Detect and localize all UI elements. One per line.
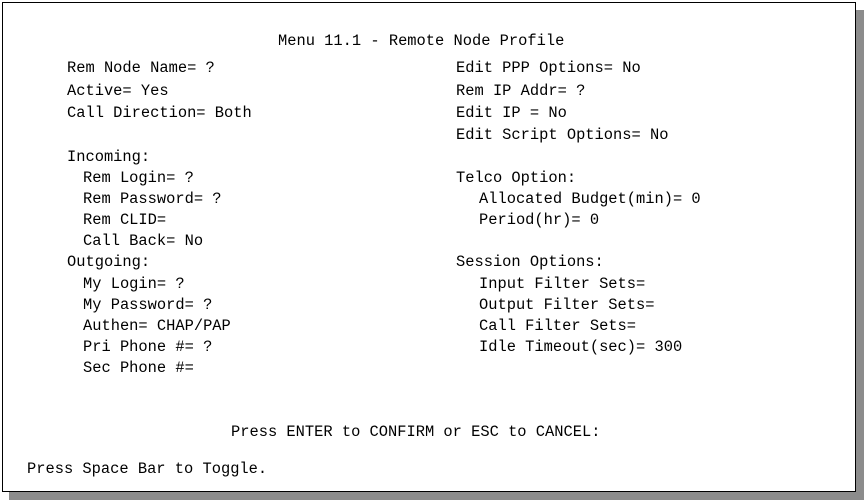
rem-login-field[interactable]: Rem Login= ? <box>83 169 194 187</box>
rem-clid-field[interactable]: Rem CLID= <box>83 211 166 229</box>
period-field[interactable]: Period(hr)= 0 <box>479 211 599 229</box>
confirm-prompt: Press ENTER to CONFIRM or ESC to CANCEL: <box>231 423 601 441</box>
pri-phone-field[interactable]: Pri Phone #= ? <box>83 338 212 356</box>
menu-title: Menu 11.1 - Remote Node Profile <box>278 32 565 50</box>
rem-node-name-field[interactable]: Rem Node Name= ? <box>67 59 215 77</box>
sec-phone-field[interactable]: Sec Phone #= <box>83 359 194 377</box>
session-options-heading: Session Options: <box>456 253 604 271</box>
incoming-heading: Incoming: <box>67 148 151 166</box>
my-password-field[interactable]: My Password= ? <box>83 296 212 314</box>
edit-ppp-options-field[interactable]: Edit PPP Options= No <box>456 59 641 77</box>
authen-field[interactable]: Authen= CHAP/PAP <box>83 317 231 335</box>
call-filter-sets-field[interactable]: Call Filter Sets= <box>479 317 636 335</box>
output-filter-sets-field[interactable]: Output Filter Sets= <box>479 296 654 314</box>
rem-ip-addr-field[interactable]: Rem IP Addr= ? <box>456 82 585 100</box>
allocated-budget-field[interactable]: Allocated Budget(min)= 0 <box>479 190 701 208</box>
active-field[interactable]: Active= Yes <box>67 82 169 100</box>
status-line: Press Space Bar to Toggle. <box>27 460 268 478</box>
rem-password-field[interactable]: Rem Password= ? <box>83 190 222 208</box>
telco-option-heading: Telco Option: <box>456 169 577 187</box>
terminal-screen: Menu 11.1 - Remote Node Profile Rem Node… <box>2 2 856 492</box>
edit-script-options-field[interactable]: Edit Script Options= No <box>456 126 668 144</box>
edit-ip-field[interactable]: Edit IP = No <box>456 104 567 122</box>
call-back-field[interactable]: Call Back= No <box>83 232 203 250</box>
input-filter-sets-field[interactable]: Input Filter Sets= <box>479 275 645 293</box>
idle-timeout-field[interactable]: Idle Timeout(sec)= 300 <box>479 338 682 356</box>
call-direction-field[interactable]: Call Direction= Both <box>67 104 252 122</box>
outgoing-heading: Outgoing: <box>67 253 151 271</box>
my-login-field[interactable]: My Login= ? <box>83 275 185 293</box>
